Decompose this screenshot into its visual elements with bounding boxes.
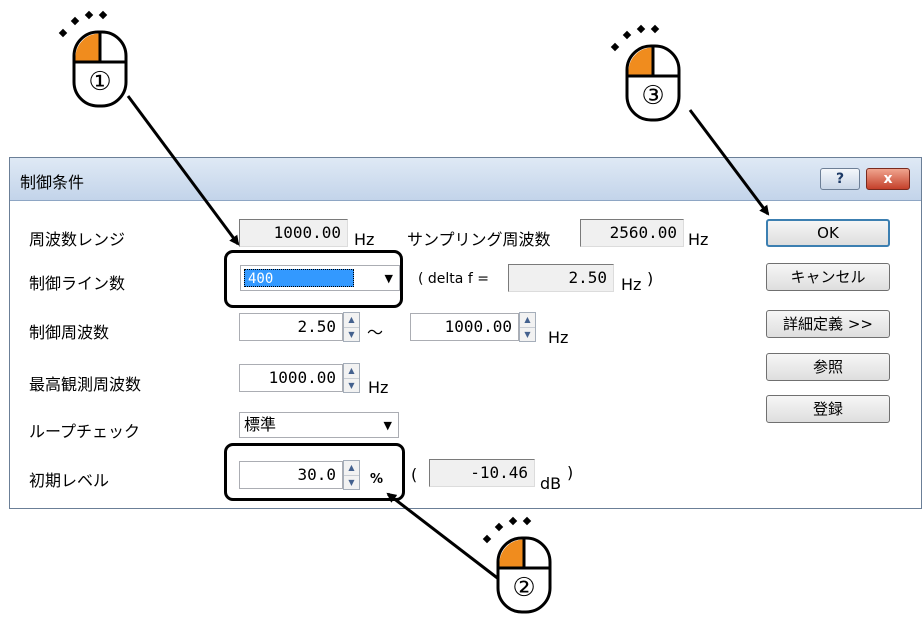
mouse-icons — [58, 10, 681, 614]
step2-marker: ② — [512, 573, 536, 603]
step3-marker: ③ — [641, 81, 665, 111]
step1-marker: ① — [88, 67, 112, 97]
